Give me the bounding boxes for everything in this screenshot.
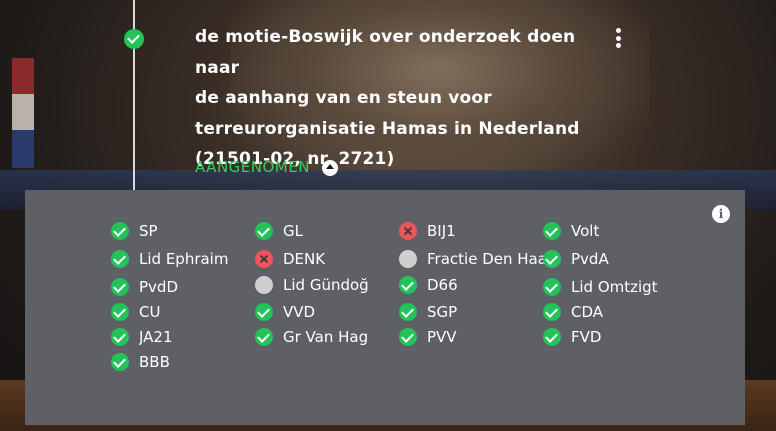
party-name: CDA bbox=[571, 303, 604, 321]
party-name: JA21 bbox=[139, 328, 173, 346]
motion-title-line: terreurorganisatie Hamas in Nederland bbox=[195, 118, 580, 139]
absent-icon bbox=[255, 276, 273, 294]
party-name: SP bbox=[139, 222, 158, 240]
party-vote-item: Lid Ephraim bbox=[111, 250, 228, 268]
party-vote-item: DENK bbox=[255, 250, 325, 268]
motion-title-line: de aanhang van en steun voor bbox=[195, 88, 492, 108]
party-name: VVD bbox=[283, 303, 316, 321]
party-vote-item: BIJ1 bbox=[399, 222, 456, 240]
party-name: Gr Van Haga bbox=[283, 328, 369, 346]
party-vote-item: Gr Van Haga bbox=[255, 328, 369, 346]
check-icon bbox=[111, 250, 129, 268]
party-name: Volt bbox=[571, 222, 600, 240]
party-vote-item: FVD bbox=[543, 328, 601, 346]
check-icon bbox=[111, 303, 129, 321]
party-name: Fractie Den Haan bbox=[427, 250, 557, 268]
party-vote-item: JA21 bbox=[111, 328, 173, 346]
check-icon bbox=[399, 303, 417, 321]
party-vote-item: PvdD bbox=[111, 278, 178, 296]
party-vote-item: Fractie Den Haan bbox=[399, 250, 556, 268]
check-icon bbox=[543, 222, 561, 240]
party-name: BIJ1 bbox=[427, 222, 456, 240]
party-vote-item: SGP bbox=[399, 303, 457, 321]
check-icon bbox=[111, 278, 129, 296]
party-vote-item: PvdA bbox=[543, 250, 609, 268]
info-icon[interactable]: i bbox=[712, 205, 730, 223]
party-vote-item: CU bbox=[111, 303, 160, 321]
motion-title-line: de motie-Boswijk over onderzoek doen naa… bbox=[195, 27, 576, 78]
check-icon bbox=[543, 328, 561, 346]
party-vote-item: Volt bbox=[543, 222, 599, 240]
party-name: D66 bbox=[427, 276, 458, 294]
check-icon bbox=[399, 276, 417, 294]
party-name: PvdA bbox=[571, 250, 609, 268]
check-icon bbox=[124, 29, 144, 49]
party-vote-item: D66 bbox=[399, 276, 458, 294]
check-icon bbox=[111, 328, 129, 346]
check-icon bbox=[255, 303, 273, 321]
party-name: DENK bbox=[283, 250, 326, 268]
party-name: Lid Gündoğan bbox=[283, 276, 369, 294]
party-vote-item: SP bbox=[111, 222, 158, 240]
party-name: Lid Ephraim bbox=[139, 250, 229, 268]
motion-title: de motie-Boswijk over onderzoek doen naa… bbox=[195, 22, 595, 175]
check-icon bbox=[255, 222, 273, 240]
check-icon bbox=[111, 353, 129, 371]
cross-icon bbox=[399, 222, 417, 240]
party-name: CU bbox=[139, 303, 161, 321]
dutch-flag bbox=[12, 58, 34, 168]
check-icon bbox=[543, 303, 561, 321]
party-name: FVD bbox=[571, 328, 602, 346]
cross-icon bbox=[255, 250, 273, 268]
party-name: PvdD bbox=[139, 278, 178, 296]
party-vote-item: GL bbox=[255, 222, 303, 240]
check-icon bbox=[255, 328, 273, 346]
check-icon bbox=[399, 328, 417, 346]
party-vote-item: VVD bbox=[255, 303, 315, 321]
party-name: BBB bbox=[139, 353, 170, 371]
check-icon bbox=[543, 250, 561, 268]
more-options-icon[interactable] bbox=[613, 28, 623, 50]
party-name: SGP bbox=[427, 303, 458, 321]
party-name: PVV bbox=[427, 328, 457, 346]
party-vote-item: PVV bbox=[399, 328, 457, 346]
vote-results-panel: i SP Lid Ephraim PvdD CU JA21 BBB GL DENK Lid Gü… bbox=[25, 190, 745, 425]
party-name: GL bbox=[283, 222, 303, 240]
party-name: Lid Omtzigt bbox=[571, 278, 658, 296]
motion-status: AANGENOMEN bbox=[195, 158, 310, 176]
party-vote-item: BBB bbox=[111, 353, 170, 371]
party-vote-item: Lid Gündoğan bbox=[255, 276, 369, 294]
party-vote-item: CDA bbox=[543, 303, 603, 321]
absent-icon bbox=[399, 250, 417, 268]
check-icon bbox=[543, 278, 561, 296]
party-vote-item: Lid Omtzigt bbox=[543, 278, 658, 296]
check-icon bbox=[111, 222, 129, 240]
collapse-chevron-icon[interactable] bbox=[322, 160, 338, 176]
